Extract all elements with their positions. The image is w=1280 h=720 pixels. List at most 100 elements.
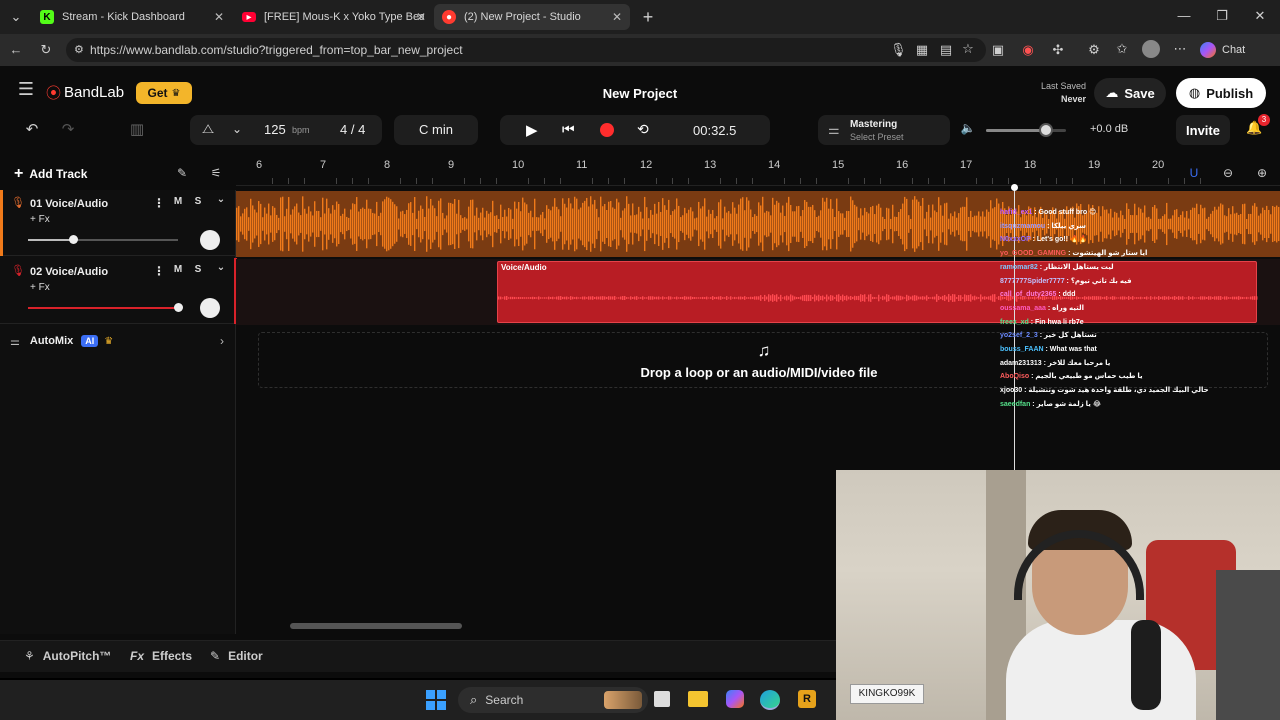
bandlab-logo[interactable]: ⦿ BandLab xyxy=(46,82,124,103)
tab-bandlab-studio[interactable]: ● (2) New Project - Studio ✕ xyxy=(434,4,630,30)
solo-button[interactable]: S xyxy=(191,264,205,275)
solo-button[interactable]: S xyxy=(191,196,205,207)
star-icon[interactable]: ☆ xyxy=(960,41,976,57)
key-selector[interactable]: C min xyxy=(394,115,478,145)
time-signature[interactable]: 4 / 4 xyxy=(340,122,365,137)
track-header-1[interactable]: 🎙 01 Voice/Audio + Fx ⋮ M S ⌄ xyxy=(0,190,236,256)
minimize-icon[interactable]: — xyxy=(1176,8,1192,23)
editor-button[interactable]: ✎ Editor xyxy=(210,649,263,663)
profile-avatar[interactable] xyxy=(1142,40,1160,58)
mute-button[interactable]: M xyxy=(171,264,185,275)
apps-icon[interactable]: ▤ xyxy=(938,42,954,58)
waveform-bar xyxy=(852,200,854,248)
tab-youtube[interactable]: ▸ [FREE] Mous-K x Yoko Type Beat - ✕ xyxy=(234,4,434,30)
waveform-bar xyxy=(584,200,586,248)
performance-icon[interactable]: ⚙ xyxy=(1086,42,1102,58)
waveform-bar xyxy=(940,205,942,243)
track-volume-slider[interactable] xyxy=(28,235,178,244)
zoom-out-icon[interactable]: ⊖ xyxy=(1220,166,1236,180)
volume-knob[interactable] xyxy=(1039,123,1053,137)
track-options-icon[interactable]: ⋮ xyxy=(152,264,166,278)
publish-button[interactable]: ◍ Publish xyxy=(1176,78,1266,108)
new-tab-plus-icon[interactable]: + xyxy=(640,7,656,28)
back-arrow-icon[interactable]: ← xyxy=(8,42,24,57)
autopitch-button[interactable]: ⚘ AutoPitch™ xyxy=(24,649,111,663)
url-input[interactable]: ⚙ https://www.bandlab.com/studio?trigger… xyxy=(66,38,986,62)
expand-chevron-icon[interactable]: ⌄ xyxy=(214,262,228,273)
extension-grid-icon[interactable]: ▣ xyxy=(990,42,1006,58)
bpm-value[interactable]: 125 xyxy=(264,122,286,137)
track-volume-slider[interactable] xyxy=(28,303,183,312)
expand-chevron-icon[interactable]: ⌄ xyxy=(214,194,228,205)
mic-icon[interactable]: 🎙 xyxy=(11,196,25,209)
track-options-icon[interactable]: ⋮ xyxy=(152,196,166,210)
zoom-in-icon[interactable]: ⊕ xyxy=(1254,166,1270,180)
mic-icon[interactable]: 🎙 xyxy=(890,42,907,58)
tab-list-chevron-icon[interactable]: ⌄ xyxy=(8,9,24,25)
volume-knob[interactable] xyxy=(69,235,78,244)
volume-knob[interactable] xyxy=(174,303,183,312)
invite-button[interactable]: Invite xyxy=(1176,115,1230,145)
close-icon[interactable]: ✕ xyxy=(214,10,224,24)
windows-start-icon[interactable] xyxy=(426,690,446,710)
mixer-icon[interactable]: ⚟ xyxy=(208,166,224,180)
speaker-icon[interactable]: 🔈 xyxy=(960,121,976,135)
task-view-icon[interactable] xyxy=(654,691,670,707)
record-icon[interactable] xyxy=(600,123,614,137)
pan-knob[interactable] xyxy=(200,230,220,250)
extension-red-icon[interactable]: ◉ xyxy=(1020,42,1036,58)
waveform-bar xyxy=(612,296,614,300)
get-membership-button[interactable]: Get ♛ xyxy=(136,82,192,104)
reload-icon[interactable]: ↻ xyxy=(38,42,54,58)
site-info-icon[interactable]: ⚙ xyxy=(74,38,84,62)
skip-to-start-icon[interactable]: ⏮ xyxy=(562,121,575,138)
mic-icon[interactable]: 🎙 xyxy=(11,264,25,277)
master-volume-slider[interactable] xyxy=(986,123,1066,137)
maximize-icon[interactable]: ❐ xyxy=(1214,8,1230,24)
waveform-bar xyxy=(690,296,692,300)
project-title[interactable]: New Project xyxy=(540,86,740,101)
more-menu-icon[interactable]: ⋯ xyxy=(1172,41,1188,57)
menu-hamburger-icon[interactable]: ☰ xyxy=(16,79,36,100)
waveform-bar xyxy=(948,294,950,302)
extensions-puzzle-icon[interactable]: ✣ xyxy=(1050,42,1066,58)
effects-button[interactable]: Fx Effects xyxy=(130,649,192,663)
snap-magnet-icon[interactable]: U xyxy=(1186,166,1202,180)
waveform-bar xyxy=(818,215,820,233)
rockstar-icon[interactable]: R xyxy=(798,690,816,708)
close-icon[interactable]: ✕ xyxy=(612,10,622,24)
add-track-button[interactable]: + Add Track xyxy=(14,162,87,186)
fx-icon: Fx xyxy=(130,649,145,663)
chevron-right-icon[interactable]: › xyxy=(220,334,224,348)
undo-icon[interactable]: ↶ xyxy=(24,120,40,138)
save-button[interactable]: ☁ Save xyxy=(1094,78,1166,108)
automix-row[interactable]: ⚌ AutoMix AI ♛ › xyxy=(0,326,236,356)
loop-icon[interactable]: ⟲ xyxy=(637,121,649,138)
taskbar-search-box[interactable]: ⌕ Search xyxy=(458,687,648,713)
file-explorer-icon[interactable] xyxy=(688,691,708,707)
horizontal-scrollbar[interactable] xyxy=(290,623,462,629)
close-icon[interactable]: ✕ xyxy=(416,10,426,24)
waveform-bar xyxy=(750,296,752,300)
mute-button[interactable]: M xyxy=(171,196,185,207)
ruler-subtick xyxy=(976,178,977,184)
play-icon[interactable]: ▶ xyxy=(526,121,538,139)
metronome-icon[interactable]: ⧍ xyxy=(202,121,214,137)
translate-icon[interactable]: ▦ xyxy=(914,42,930,58)
close-window-icon[interactable]: ✕ xyxy=(1252,8,1268,24)
tab-kick-dashboard[interactable]: K Stream - Kick Dashboard ✕ xyxy=(32,4,232,30)
copilot-app-icon[interactable] xyxy=(726,690,744,708)
track-header-2[interactable]: 🎙 02 Voice/Audio + Fx ⋮ M S ⌄ xyxy=(0,258,237,324)
metronome-dropdown-chevron-icon[interactable]: ⌄ xyxy=(232,122,242,136)
mastering-selector[interactable]: ⚌ Mastering Select Preset xyxy=(818,115,950,145)
waveform-bar xyxy=(532,296,534,300)
edge-icon[interactable] xyxy=(760,690,780,710)
automation-pen-icon[interactable]: ✎ xyxy=(174,166,190,180)
redo-icon[interactable]: ↷ xyxy=(60,120,76,138)
copilot-chat-button[interactable]: Chat xyxy=(1200,40,1245,60)
pan-knob[interactable] xyxy=(200,298,220,318)
timeline-ruler[interactable]: 6 7 8 9 10 11 12 13 14 15 16 17 18 19 20 xyxy=(236,156,1280,186)
favorites-icon[interactable]: ✩ xyxy=(1114,41,1130,57)
piano-icon[interactable]: ▥ xyxy=(128,120,146,138)
playhead-handle[interactable] xyxy=(1011,184,1018,191)
